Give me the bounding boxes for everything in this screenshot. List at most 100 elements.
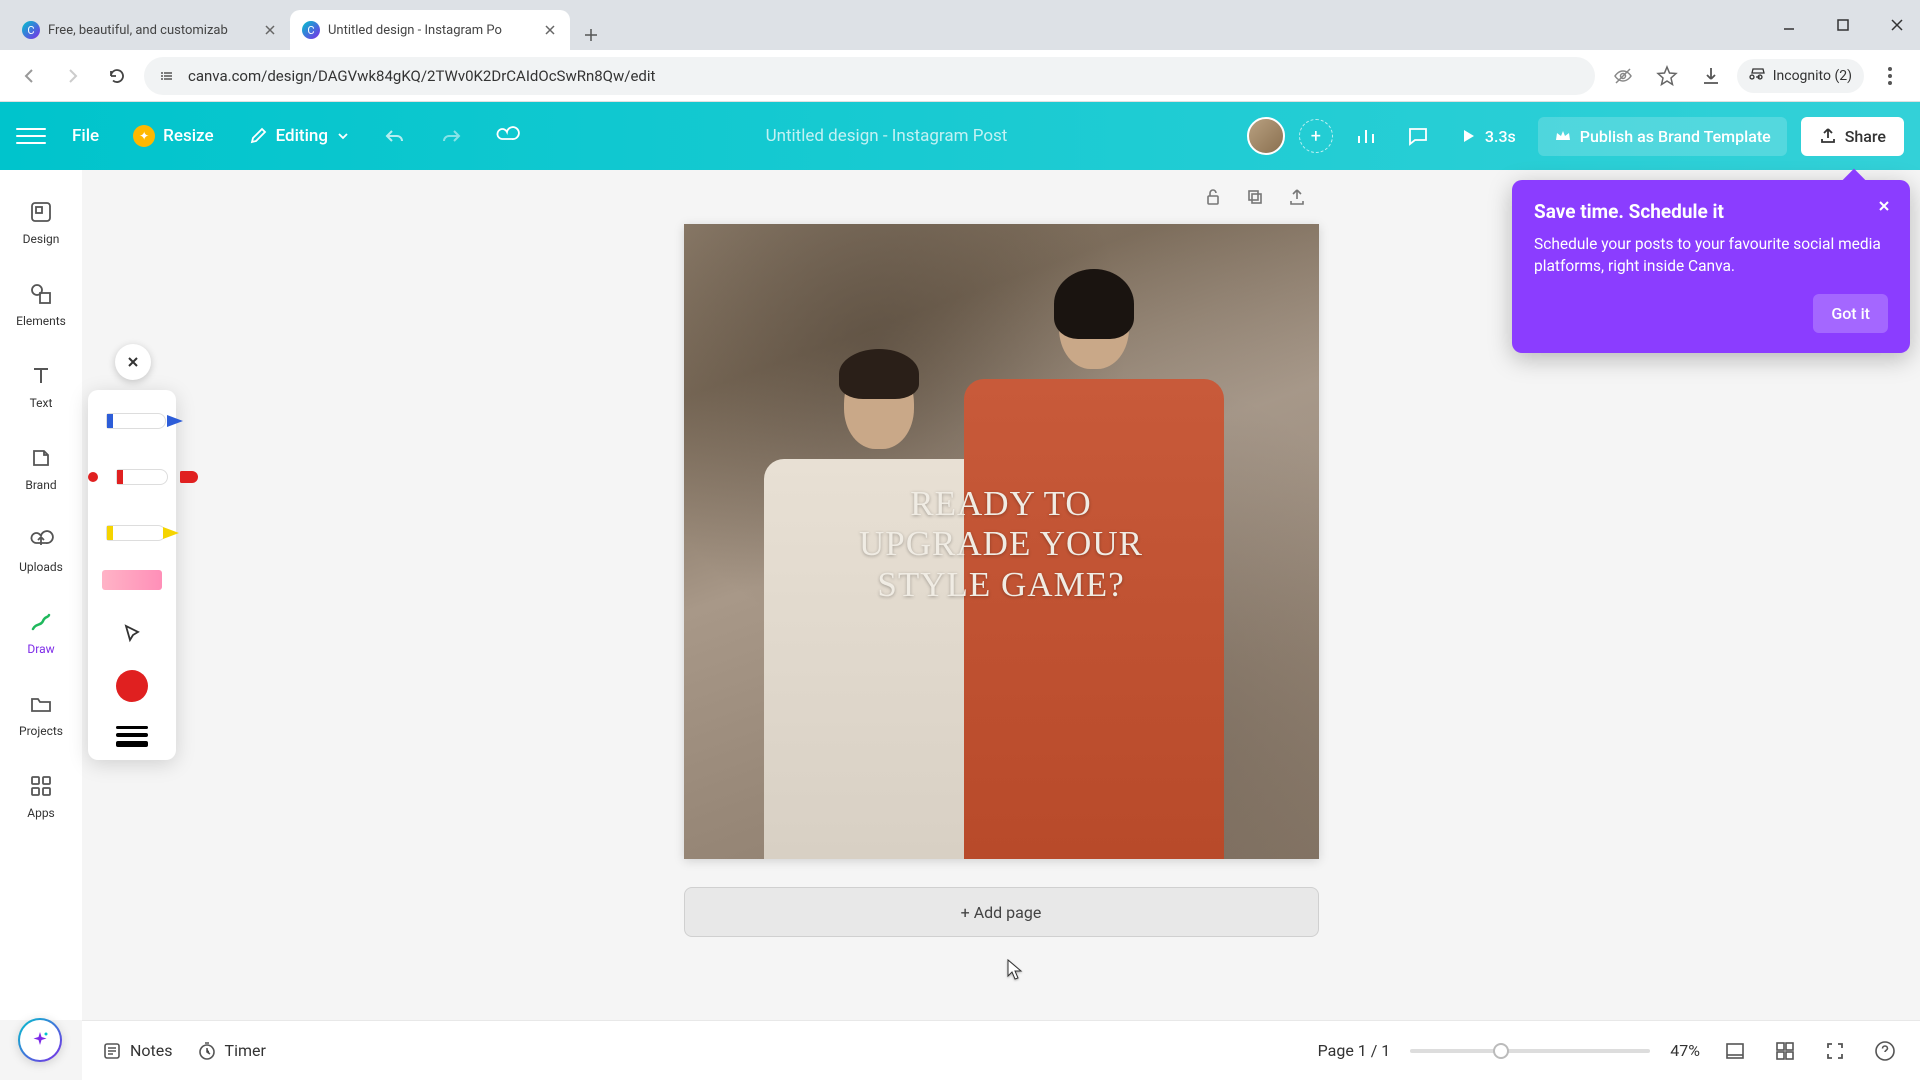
fullscreen-icon[interactable] — [1820, 1036, 1850, 1066]
side-rail: Design Elements Text Brand Uploads Draw … — [0, 170, 82, 1020]
help-icon[interactable] — [1870, 1036, 1900, 1066]
close-tab-icon[interactable] — [542, 22, 558, 38]
eye-off-icon[interactable] — [1605, 58, 1641, 94]
text-icon — [27, 362, 55, 390]
page-view-icon[interactable] — [1720, 1036, 1750, 1066]
menu-icon[interactable] — [16, 121, 46, 151]
new-tab-button[interactable] — [576, 20, 606, 50]
incognito-label: Incognito (2) — [1773, 68, 1852, 84]
canva-favicon-icon: C — [302, 21, 320, 39]
headline-text[interactable]: READY TOUPGRADE YOURSTYLE GAME? — [684, 484, 1319, 605]
document-title[interactable]: Untitled design - Instagram Post — [544, 126, 1229, 146]
timer-label: Timer — [225, 1041, 266, 1060]
rail-text[interactable]: Text — [5, 346, 77, 426]
rail-apps[interactable]: Apps — [5, 756, 77, 836]
close-tab-icon[interactable] — [262, 22, 278, 38]
forward-icon[interactable] — [56, 59, 90, 93]
share-icon — [1819, 127, 1837, 145]
notes-icon — [102, 1041, 122, 1061]
figure-left — [764, 359, 994, 859]
rail-label: Elements — [16, 314, 66, 328]
publish-button[interactable]: Publish as Brand Template — [1538, 117, 1787, 156]
add-page-button[interactable]: + Add page — [684, 887, 1319, 937]
duration-label: 3.3s — [1485, 127, 1516, 146]
design-icon — [27, 198, 55, 226]
url-text: canva.com/design/DAGVwk84gKQ/2TWv0K2DrCA… — [188, 67, 655, 85]
crown-icon — [1554, 127, 1572, 145]
chevron-down-icon — [336, 129, 350, 143]
editing-mode-dropdown[interactable]: Editing — [240, 120, 358, 152]
address-bar[interactable]: canva.com/design/DAGVwk84gKQ/2TWv0K2DrCA… — [144, 57, 1595, 95]
browser-menu-icon[interactable] — [1872, 58, 1908, 94]
timer-button[interactable]: Timer — [197, 1041, 266, 1061]
app-toolbar: File Resize Editing Untitled design - In… — [0, 102, 1920, 170]
canva-favicon-icon: C — [22, 21, 40, 39]
minimize-icon[interactable] — [1774, 10, 1804, 40]
magic-ai-button[interactable] — [18, 1018, 62, 1062]
apps-icon — [27, 772, 55, 800]
resize-button[interactable]: Resize — [125, 119, 221, 153]
got-it-button[interactable]: Got it — [1813, 294, 1888, 333]
lock-icon[interactable] — [1199, 183, 1227, 211]
reload-icon[interactable] — [100, 59, 134, 93]
cloud-sync-icon[interactable] — [488, 117, 526, 155]
site-info-icon[interactable] — [158, 68, 178, 84]
present-button[interactable]: 3.3s — [1451, 121, 1524, 152]
browser-toolbar: canva.com/design/DAGVwk84gKQ/2TWv0K2DrCA… — [0, 50, 1920, 102]
bottom-bar: Notes Timer Page 1 / 1 47% — [82, 1020, 1920, 1080]
back-icon[interactable] — [12, 59, 46, 93]
file-label: File — [72, 126, 99, 146]
maximize-icon[interactable] — [1828, 10, 1858, 40]
close-promo-icon[interactable] — [1872, 194, 1896, 218]
rail-label: Uploads — [19, 560, 63, 574]
workspace: Design Elements Text Brand Uploads Draw … — [0, 170, 1920, 1080]
share-label: Share — [1845, 127, 1886, 146]
rail-projects[interactable]: Projects — [5, 674, 77, 754]
close-window-icon[interactable] — [1882, 10, 1912, 40]
rail-design[interactable]: Design — [5, 182, 77, 262]
undo-icon[interactable] — [376, 117, 414, 155]
pointer-cursor-icon — [1005, 958, 1023, 982]
share-button[interactable]: Share — [1801, 117, 1904, 156]
rail-label: Text — [30, 396, 53, 410]
incognito-chip[interactable]: Incognito (2) — [1737, 59, 1864, 93]
file-menu[interactable]: File — [64, 120, 107, 152]
duplicate-page-icon[interactable] — [1241, 183, 1269, 211]
browser-tab-1[interactable]: C Free, beautiful, and customizab — [10, 10, 290, 50]
rail-label: Apps — [27, 806, 55, 820]
page-indicator[interactable]: Page 1 / 1 — [1318, 1041, 1391, 1060]
publish-label: Publish as Brand Template — [1580, 127, 1771, 146]
canvas-controls — [684, 170, 1319, 224]
rail-brand[interactable]: Brand — [5, 428, 77, 508]
browser-tab-2[interactable]: C Untitled design - Instagram Po — [290, 10, 570, 50]
rail-uploads[interactable]: Uploads — [5, 510, 77, 590]
schedule-promo-tooltip: Save time. Schedule it Schedule your pos… — [1512, 180, 1910, 353]
design-canvas[interactable]: READY TOUPGRADE YOURSTYLE GAME? — [684, 224, 1319, 859]
comment-icon[interactable] — [1399, 117, 1437, 155]
zoom-slider[interactable] — [1410, 1049, 1650, 1053]
user-avatar[interactable] — [1247, 117, 1285, 155]
resize-label: Resize — [163, 126, 213, 146]
projects-icon — [27, 690, 55, 718]
rail-label: Projects — [19, 724, 63, 738]
rail-elements[interactable]: Elements — [5, 264, 77, 344]
export-page-icon[interactable] — [1283, 183, 1311, 211]
redo-icon[interactable] — [432, 117, 470, 155]
window-controls — [1774, 0, 1912, 50]
notes-button[interactable]: Notes — [102, 1041, 173, 1061]
close-draw-panel-icon[interactable] — [115, 344, 151, 380]
add-member-icon[interactable]: + — [1299, 119, 1333, 153]
elements-icon — [27, 280, 55, 308]
grid-view-icon[interactable] — [1770, 1036, 1800, 1066]
sparkle-icon — [133, 125, 155, 147]
draw-icon — [27, 608, 55, 636]
play-icon — [1459, 127, 1477, 145]
rail-draw[interactable]: Draw — [5, 592, 77, 672]
analytics-icon[interactable] — [1347, 117, 1385, 155]
add-page-label: + Add page — [961, 903, 1042, 922]
zoom-value[interactable]: 47% — [1670, 1041, 1700, 1060]
notes-label: Notes — [130, 1041, 173, 1060]
download-icon[interactable] — [1693, 58, 1729, 94]
bookmark-star-icon[interactable] — [1649, 58, 1685, 94]
zoom-thumb[interactable] — [1493, 1043, 1509, 1059]
